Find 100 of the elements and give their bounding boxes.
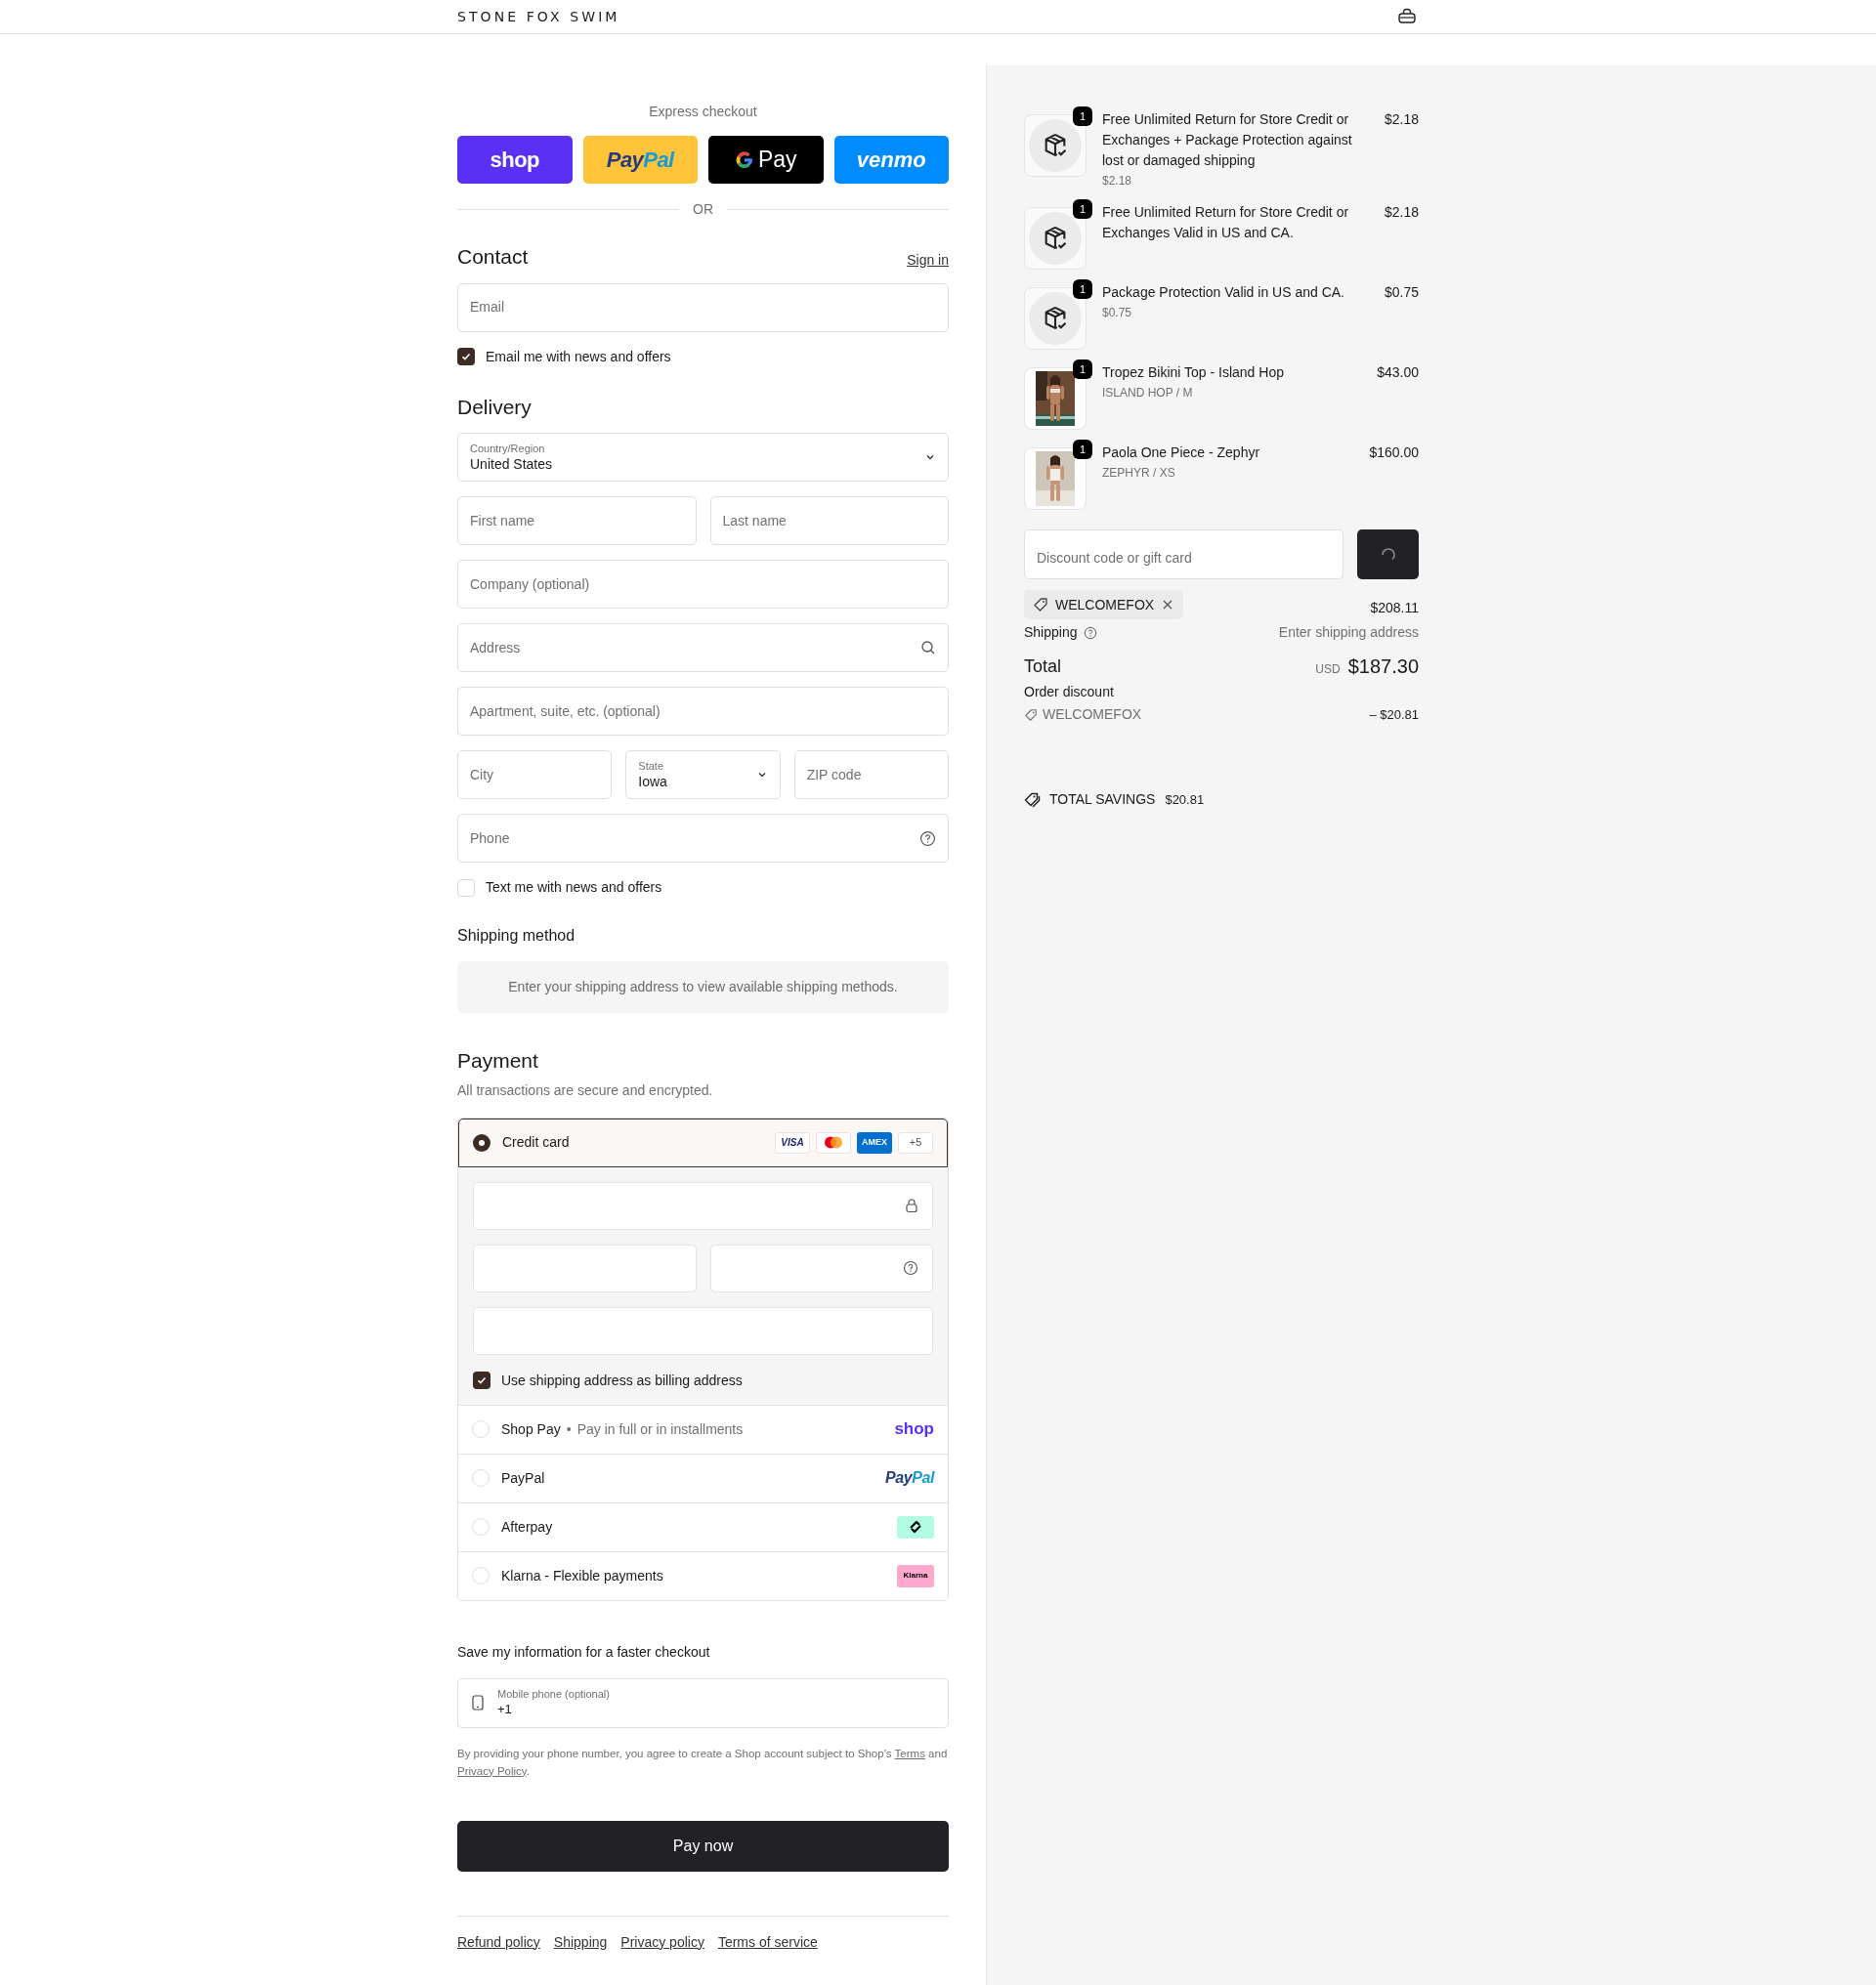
section-heading: Contact: [457, 244, 529, 270]
checkbox-label: Use shipping address as billing address: [501, 1371, 743, 1390]
express-pay-button[interactable]: PayPal: [582, 136, 698, 184]
total-label: Total: [1024, 655, 1062, 678]
mobile-phone-icon: [472, 1695, 484, 1710]
express-pay-button[interactable]: Pay: [708, 136, 824, 184]
product-name: Package Protection Valid in US and CA.: [1102, 283, 1344, 302]
g-logo-icon: [734, 149, 754, 170]
footer-link[interactable]: Shipping: [553, 1931, 608, 1953]
checkbox[interactable]: [473, 1372, 490, 1389]
product-name: Tropez Bikini Top - Island Hop: [1102, 363, 1284, 382]
product-name: Free Unlimited Return for Store Credit or Exchanges + Package Protection against lost or damaged shipping: [1102, 110, 1353, 170]
bag-icon[interactable]: [1397, 8, 1417, 25]
footer-link[interactable]: Terms of service: [717, 1931, 818, 1953]
payment-method-label: Shop Pay: [501, 1419, 561, 1439]
klarna-logo: Klarna: [897, 1564, 934, 1587]
input-field[interactable]: Apartment, suite, etc. (optional): [457, 687, 949, 736]
input-field[interactable]: Address: [457, 623, 949, 672]
product-price: $160.00: [1369, 443, 1419, 462]
terms-link[interactable]: Terms: [894, 1747, 925, 1759]
input-field[interactable]: Discount code or gift card: [1024, 529, 1343, 579]
section-heading: Save my information for a faster checkout: [457, 1642, 711, 1662]
payment-method-label: PayPal: [501, 1468, 545, 1488]
input-field[interactable]: [709, 1244, 933, 1292]
input-field[interactable]: [473, 1244, 697, 1292]
payment-method-label: Credit card: [502, 1133, 570, 1152]
more-brands-badge: +5: [898, 1131, 933, 1154]
payment-method-option[interactable]: Credit card VISA AMEX +5: [458, 1118, 948, 1167]
product-price: $2.18: [1384, 203, 1419, 222]
quantity-badge: 1: [1073, 279, 1092, 299]
sign-in-link[interactable]: Sign in: [907, 249, 949, 271]
product-price: $43.00: [1377, 363, 1419, 382]
afterpay-logo-icon: [897, 1515, 934, 1539]
product-price: $0.75: [1384, 283, 1419, 302]
subtotal-amount: $208.11: [1370, 598, 1419, 617]
savings-label: TOTAL SAVINGS: [1049, 790, 1156, 809]
input-field[interactable]: ZIP code: [793, 750, 949, 799]
input-field[interactable]: City: [457, 750, 613, 799]
checkbox-label: Text me with news and offers: [486, 878, 662, 897]
input-field[interactable]: Last name: [709, 496, 949, 545]
checkmark-icon: [476, 1374, 488, 1386]
input-field[interactable]: Email: [457, 282, 949, 332]
product-variant: $2.18: [1102, 173, 1133, 190]
input-field[interactable]: Phone: [457, 814, 949, 863]
paypal-logo: PayPal: [884, 1468, 934, 1488]
footer-link[interactable]: Refund policy: [457, 1931, 540, 1953]
savings-amount: $20.81: [1165, 790, 1205, 809]
radio-button[interactable]: [472, 1420, 490, 1438]
express-pay-button[interactable]: shop: [457, 136, 573, 184]
quantity-badge: 1: [1073, 199, 1092, 219]
discount-code: WELCOMEFOX: [1043, 705, 1142, 724]
shipping-label: Shipping: [1024, 623, 1078, 642]
card-brand-icon: [816, 1131, 851, 1154]
select-field[interactable]: State Iowa: [625, 750, 781, 799]
checkbox-label: Email me with news and offers: [486, 347, 671, 366]
input-field[interactable]: [473, 1181, 933, 1230]
search-icon: [920, 640, 936, 655]
footer-link[interactable]: Privacy policy: [620, 1931, 704, 1953]
checkbox[interactable]: [457, 878, 475, 897]
discount-tag: WELCOMEFOX: [1024, 590, 1184, 619]
payment-method-detail: Pay in full or in installments: [576, 1419, 744, 1439]
quantity-badge: 1: [1073, 106, 1092, 126]
input-field[interactable]: Mobile phone (optional) +1: [457, 1677, 949, 1728]
input-field[interactable]: First name: [457, 496, 697, 545]
radio-button[interactable]: [472, 1567, 490, 1584]
total-amount: $187.30: [1347, 655, 1419, 679]
product-variant: ZEPHYR / XS: [1102, 465, 1176, 482]
card-brand-logo: VISA: [775, 1131, 810, 1154]
radio-button[interactable]: [472, 1469, 490, 1487]
checkmark-icon: [460, 351, 472, 362]
section-heading: Payment: [457, 1048, 539, 1074]
payment-method-label: Afterpay: [501, 1517, 553, 1537]
help-icon: [1083, 625, 1097, 640]
store-logo[interactable]: STONE FOX SWIM: [457, 6, 620, 27]
quantity-badge: 1: [1073, 359, 1092, 379]
input-field[interactable]: [473, 1306, 933, 1355]
card-brand-logo: AMEX: [857, 1131, 892, 1154]
radio-button[interactable]: [473, 1133, 490, 1152]
shop-pay-logo: shop: [894, 1418, 934, 1441]
product-name: Free Unlimited Return for Store Credit or Exchanges Valid in US and CA.: [1102, 203, 1350, 242]
payment-method-option[interactable]: Klarna - Flexible payments Klarna: [458, 1550, 948, 1600]
info-message: Enter your shipping address to view available shipping methods.: [457, 961, 949, 1013]
privacy-policy-link[interactable]: Privacy Policy: [457, 1764, 527, 1777]
apply-button[interactable]: [1357, 529, 1419, 579]
tags-icon: [1024, 790, 1042, 809]
shipping-value: Enter shipping address: [1278, 623, 1419, 642]
order-discount-label: Order discount: [1024, 683, 1115, 701]
payment-method-label: Klarna - Flexible payments: [501, 1566, 663, 1585]
select-field[interactable]: Country/Region United States: [457, 433, 949, 482]
tag-icon: [1033, 597, 1048, 612]
product-variant: ISLAND HOP / M: [1102, 385, 1194, 401]
section-label: Express checkout: [648, 103, 758, 121]
divider-label: OR: [693, 200, 713, 219]
pay-now-button[interactable]: Pay now: [457, 1820, 949, 1872]
section-heading: Delivery: [457, 394, 533, 420]
radio-button[interactable]: [472, 1518, 490, 1536]
checkbox[interactable]: [457, 348, 475, 365]
input-field[interactable]: Company (optional): [457, 560, 949, 609]
product-variant: $0.75: [1102, 305, 1133, 321]
product-name: Paola One Piece - Zephyr: [1102, 443, 1260, 462]
